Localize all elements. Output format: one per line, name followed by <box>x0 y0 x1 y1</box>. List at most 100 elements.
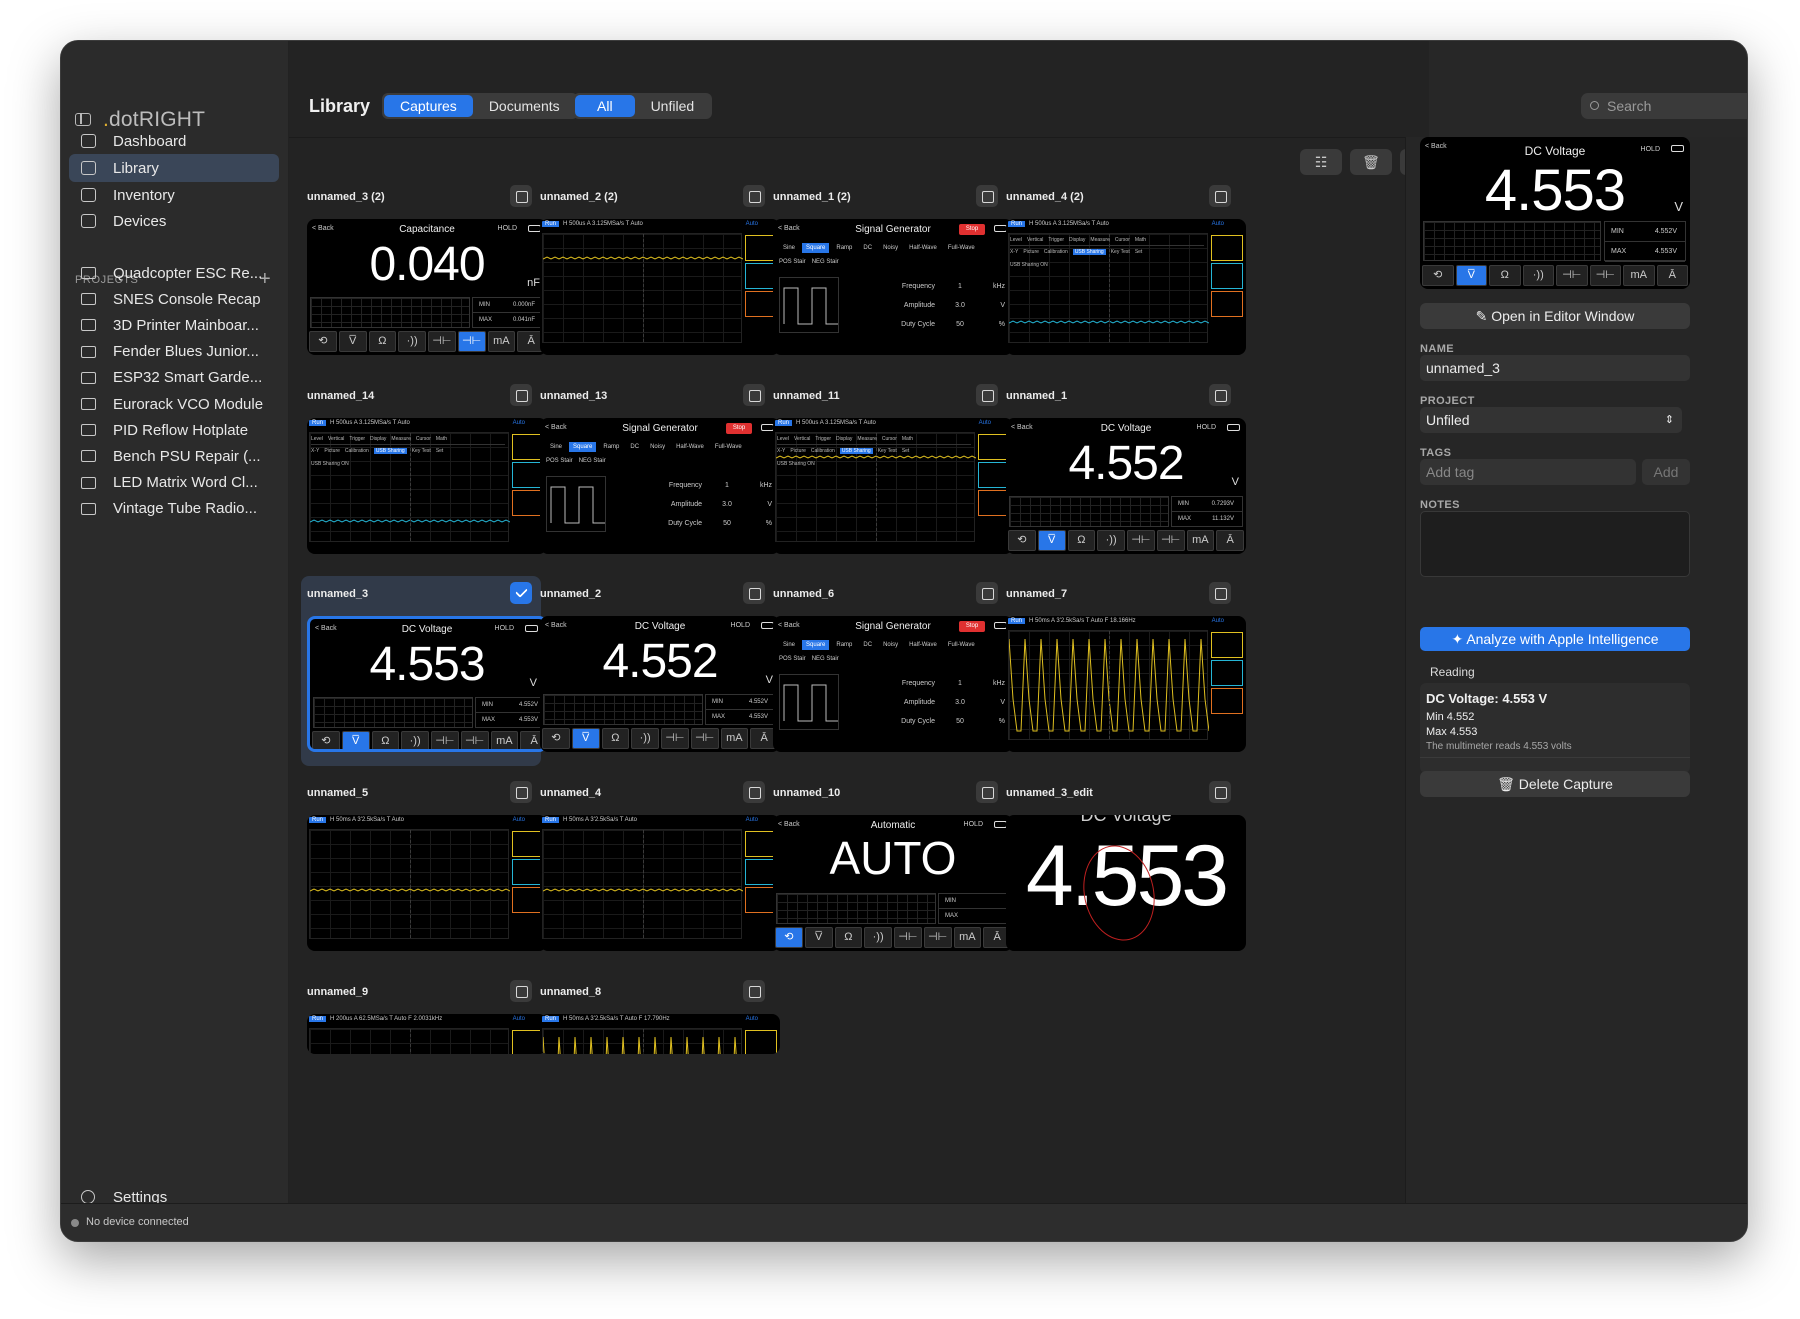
submenu-item[interactable]: Calibration <box>345 448 369 454</box>
capacitance-icon[interactable]: ⊣⊢ <box>690 728 719 749</box>
capture-thumbnail[interactable]: Run H 50ms A 3'2.5kSa/s T Auto Auto <box>540 815 780 951</box>
submenu-item[interactable]: X-Y <box>1010 249 1018 255</box>
auto-range-icon[interactable]: ⟲ <box>775 927 803 948</box>
capture-card[interactable]: unnamed_7 Run H 50ms A 3'2.5kSa/s T Auto F… <box>1000 576 1246 766</box>
name-field[interactable]: unnamed_3 <box>1420 355 1690 381</box>
menu-item[interactable]: Trigger <box>1048 237 1064 243</box>
run-badge[interactable]: Run <box>775 420 793 426</box>
stop-button[interactable]: Stop <box>726 423 752 434</box>
capture-thumbnail[interactable]: < Back Automatic HOLD AUTO MIN MAX ⟲ V̅ Ω ·)) ⊣⊢ ⊣⊢… <box>773 815 1013 951</box>
submenu-item[interactable]: Set <box>1135 249 1143 255</box>
capture-thumbnail[interactable]: < Back Signal Generator Stop Sine Square Ramp… <box>773 616 1013 752</box>
search-input[interactable]: Search <box>1581 93 1747 119</box>
menu-item[interactable]: Trigger <box>349 436 365 442</box>
capture-thumbnail[interactable]: < Back DC Voltage HOLD 4.553 V MIN 4.552V MAX 4.… <box>307 616 547 752</box>
menu-item[interactable]: Level <box>311 436 323 442</box>
waveform-tab[interactable]: DC <box>859 640 876 650</box>
run-badge[interactable]: Run <box>1008 221 1026 227</box>
select-checkbox[interactable] <box>743 384 765 406</box>
dc-voltage-icon[interactable]: V̅ <box>338 331 367 352</box>
waveform-tab[interactable]: Noisy <box>879 243 902 253</box>
capture-card[interactable]: unnamed_3 < Back DC Voltage HOLD 4.553 V MIN 4.… <box>301 576 547 766</box>
ohm-icon[interactable]: Ω <box>368 331 397 352</box>
menu-item[interactable]: Math <box>436 436 447 442</box>
menu-item[interactable]: Measure <box>1090 237 1109 243</box>
menu-item[interactable]: Cursor <box>882 436 897 442</box>
run-badge[interactable]: Run <box>309 420 327 426</box>
select-checkbox[interactable] <box>510 582 532 604</box>
menu-item[interactable]: Level <box>777 436 789 442</box>
channel-box[interactable] <box>1211 660 1243 686</box>
auto-range-icon[interactable]: ⟲ <box>312 731 340 749</box>
param-value[interactable]: 50 <box>945 712 975 731</box>
param-value[interactable]: 50 <box>945 315 975 334</box>
dc-voltage-icon[interactable]: V̅ <box>804 927 833 948</box>
project-select[interactable]: Unfiled ⇕ <box>1420 407 1682 433</box>
capture-card[interactable]: unnamed_2 (2) Run H 500us A 3.125MSa/s T A… <box>534 179 780 369</box>
stop-button[interactable]: Stop <box>959 224 985 235</box>
submenu-item[interactable]: X-Y <box>777 448 785 454</box>
sidebar-item-project[interactable]: Bench PSU Repair (... <box>69 442 279 470</box>
param-value[interactable]: 50 <box>712 514 742 533</box>
menu-item[interactable]: Math <box>902 436 913 442</box>
diode-icon[interactable]: ⊣⊢ <box>894 927 922 948</box>
select-checkbox[interactable] <box>1209 384 1231 406</box>
milliamp-icon[interactable]: mA <box>720 728 749 749</box>
capture-card[interactable]: unnamed_14 Run H 500us A 3.125MSa/s T Auto… <box>301 378 547 568</box>
select-checkbox[interactable] <box>1209 582 1231 604</box>
sidebar-item-project[interactable]: ESP32 Smart Garde... <box>69 364 279 392</box>
select-checkbox[interactable] <box>510 384 532 406</box>
submenu-item[interactable]: Calibration <box>811 448 835 454</box>
menu-item[interactable]: Measure <box>857 436 876 442</box>
menu-item[interactable]: Vertical <box>1027 237 1043 243</box>
select-checkbox[interactable] <box>510 980 532 1002</box>
param-value[interactable]: 3.0 <box>945 296 975 315</box>
continuity-icon[interactable]: ·)) <box>631 728 659 749</box>
waveform-tab[interactable]: Sine <box>779 640 799 650</box>
continuity-icon[interactable]: ·)) <box>864 927 892 948</box>
diode-icon[interactable]: ⊣⊢ <box>431 731 459 749</box>
waveform-tab[interactable]: DC <box>626 442 643 452</box>
capture-card[interactable]: unnamed_5 Run H 50ms A 3'2.5kSa/s T Auto Au… <box>301 775 547 965</box>
select-checkbox[interactable] <box>1209 781 1231 803</box>
continuity-icon[interactable]: ·)) <box>1097 530 1125 551</box>
waveform-tab[interactable]: Sine <box>546 442 566 452</box>
select-checkbox[interactable] <box>1209 185 1231 207</box>
run-badge[interactable]: Run <box>309 817 327 823</box>
waveform-tab[interactable]: Half-Wave <box>905 640 941 650</box>
select-mode-button[interactable]: ☷ <box>1300 149 1342 175</box>
menu-item[interactable]: Vertical <box>328 436 344 442</box>
sidebar-item-inventory[interactable]: Inventory <box>69 181 279 209</box>
select-checkbox[interactable] <box>976 781 998 803</box>
waveform-tab[interactable]: NEG Stair <box>812 259 839 265</box>
select-checkbox[interactable] <box>743 185 765 207</box>
capture-thumbnail[interactable]: < Back Signal Generator Stop Sine Square Ramp… <box>540 418 780 554</box>
capture-thumbnail[interactable]: Run H 500us A 3.125MSa/s T Auto Auto <box>540 219 780 355</box>
waveform-tab[interactable]: Full-Wave <box>944 243 979 253</box>
select-checkbox[interactable] <box>510 185 532 207</box>
param-value[interactable]: 3.0 <box>945 693 975 712</box>
waveform-tab[interactable]: Full-Wave <box>711 442 746 452</box>
capture-thumbnail[interactable]: < Back DC Voltage HOLD 4.552 V MIN 0.7293V MAX 1… <box>1006 418 1246 554</box>
tag-input[interactable]: Add tag <box>1420 459 1636 485</box>
delete-capture-button[interactable]: 🗑 Delete Capture <box>1420 771 1690 797</box>
milliamp-icon[interactable]: mA <box>487 331 516 352</box>
sidebar-item-project[interactable]: Eurorack VCO Module <box>69 390 279 418</box>
channel-box[interactable] <box>1211 263 1243 289</box>
ac-voltage-icon[interactable]: Ā <box>1216 530 1244 551</box>
capacitance-icon[interactable]: ⊣⊢ <box>460 731 489 749</box>
menu-item[interactable]: Measure <box>391 436 410 442</box>
menu-item[interactable]: Vertical <box>794 436 810 442</box>
sidebar-item-project[interactable]: Fender Blues Junior... <box>69 338 279 366</box>
add-tag-button[interactable]: Add <box>1642 459 1690 485</box>
milliamp-icon[interactable]: mA <box>1623 265 1655 286</box>
capture-card[interactable]: unnamed_13 < Back Signal Generator Stop Sine… <box>534 378 780 568</box>
capture-card[interactable]: unnamed_11 Run H 500us A 3.125MSa/s T Auto… <box>767 378 1013 568</box>
filter-unfiled[interactable]: Unfiled <box>635 95 711 117</box>
continuity-icon[interactable]: ·)) <box>398 331 426 352</box>
capture-card[interactable]: unnamed_4 Run H 50ms A 3'2.5kSa/s T Auto Au… <box>534 775 780 965</box>
ohm-icon[interactable]: Ω <box>601 728 630 749</box>
select-checkbox[interactable] <box>743 582 765 604</box>
waveform-tab[interactable]: POS Stair <box>779 656 806 662</box>
run-badge[interactable]: Run <box>542 1016 560 1022</box>
